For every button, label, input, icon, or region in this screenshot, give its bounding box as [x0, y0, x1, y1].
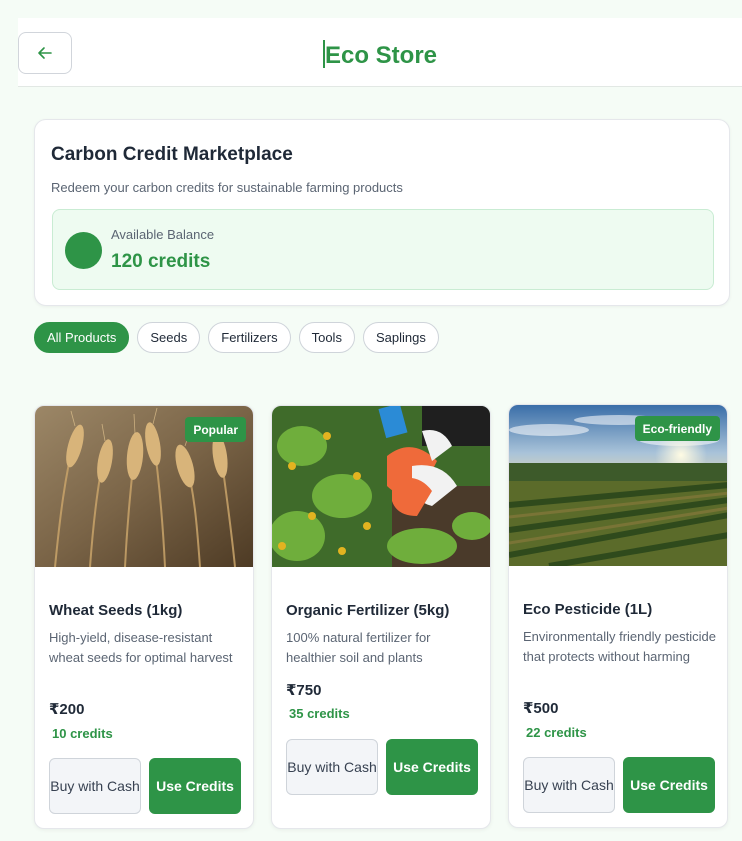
product-card-eco-pesticide: Eco-friendly Eco Pesticide (1L) Environm… — [508, 404, 728, 828]
buy-with-cash-button[interactable]: Buy with Cash — [523, 757, 615, 813]
product-credits: 35 credits — [289, 706, 350, 721]
filter-all-products[interactable]: All Products — [34, 322, 130, 353]
page-title-text: Eco Store — [324, 42, 438, 69]
filter-seeds[interactable]: Seeds — [137, 322, 201, 353]
marketplace-card: Carbon Credit Marketplace Redeem your ca… — [34, 119, 730, 306]
product-name: Wheat Seeds (1kg) — [49, 602, 183, 619]
product-description: Environmentally friendly pesticide that … — [523, 629, 716, 664]
app-header: Eco Store — [18, 18, 742, 87]
wheat-field-image: Popular — [35, 406, 253, 567]
gardening-image — [272, 406, 490, 567]
product-description: High-yield, disease-resistant wheat seed… — [49, 630, 233, 665]
category-filters: All Products Seeds Fertilizers Tools Sap… — [34, 322, 439, 353]
product-price: ₹500 — [523, 700, 559, 717]
buy-with-cash-button[interactable]: Buy with Cash — [286, 739, 378, 795]
balance-value: 120 credits — [111, 251, 211, 272]
product-card-wheat-seeds: Popular Wheat Seeds (1kg) High-yield, di… — [34, 405, 254, 829]
vineyard-image: Eco-friendly — [509, 405, 727, 566]
badge-popular: Popular — [185, 417, 246, 442]
product-price: ₹750 — [286, 682, 322, 699]
use-credits-button[interactable]: Use Credits — [149, 758, 241, 814]
badge-eco-friendly: Eco-friendly — [634, 416, 720, 441]
balance-label: Available Balance — [111, 227, 215, 242]
product-credits: 22 credits — [526, 725, 587, 740]
balance-icon — [65, 232, 102, 269]
product-credits: 10 credits — [52, 726, 113, 741]
use-credits-button[interactable]: Use Credits — [386, 739, 478, 795]
product-card-organic-fertilizer: Organic Fertilizer (5kg) 100% natural fe… — [271, 405, 491, 829]
balance-box: Available Balance 120 credits — [52, 209, 714, 290]
product-name: Eco Pesticide (1L) — [523, 601, 653, 618]
product-name: Organic Fertilizer (5kg) — [286, 602, 450, 619]
marketplace-title: Carbon Credit Marketplace — [51, 144, 293, 165]
buy-with-cash-button[interactable]: Buy with Cash — [49, 758, 141, 814]
page-title: Eco Store — [18, 40, 742, 70]
marketplace-subtitle: Redeem your carbon credits for sustainab… — [51, 180, 403, 195]
filter-fertilizers[interactable]: Fertilizers — [208, 322, 291, 353]
filter-tools[interactable]: Tools — [298, 322, 355, 353]
product-description: 100% natural fertilizer for healthier so… — [286, 630, 431, 665]
filter-saplings[interactable]: Saplings — [362, 322, 439, 353]
product-price: ₹200 — [49, 701, 85, 718]
use-credits-button[interactable]: Use Credits — [623, 757, 715, 813]
